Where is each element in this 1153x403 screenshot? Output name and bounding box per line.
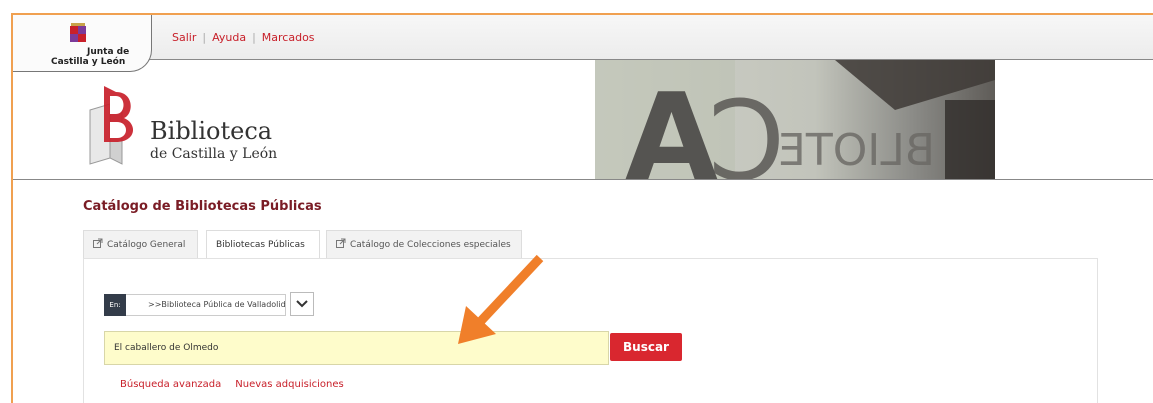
library-subtitle: de Castilla y León <box>150 146 278 162</box>
tab-bibliotecas-publicas[interactable]: Bibliotecas Públicas <box>206 230 320 260</box>
external-link-icon <box>336 238 346 248</box>
advanced-search-link[interactable]: Búsqueda avanzada <box>120 379 221 390</box>
search-button[interactable]: Buscar <box>610 333 682 361</box>
coat-of-arms-icon <box>70 23 86 42</box>
external-link-icon <box>93 238 103 248</box>
svg-text:C: C <box>708 77 785 179</box>
bookmarks-link[interactable]: Marcados <box>262 31 315 44</box>
header-photo: A C BLIOTE <box>595 60 995 179</box>
library-name: Biblioteca <box>150 117 273 145</box>
tab-colecciones-especiales[interactable]: Catálogo de Colecciones especiales <box>326 230 522 258</box>
junta-logo-tab[interactable]: Junta de Castilla y León <box>13 15 152 72</box>
logout-link[interactable]: Salir <box>172 31 196 44</box>
tab-catalogo-general[interactable]: Catálogo General <box>83 230 198 258</box>
separator: | <box>252 31 256 44</box>
search-input[interactable] <box>104 331 609 365</box>
catalog-title: Catálogo de Bibliotecas Públicas <box>83 199 322 214</box>
new-acquisitions-link[interactable]: Nuevas adquisiciones <box>235 379 343 390</box>
library-select[interactable]: >>Biblioteca Pública de Valladolid <box>126 294 286 316</box>
search-links: Búsqueda avanzada Nuevas adquisiciones <box>120 379 358 390</box>
top-links: Salir | Ayuda | Marcados <box>172 31 315 44</box>
svg-text:A: A <box>625 69 718 179</box>
junta-logo[interactable]: Junta de Castilla y León <box>51 23 129 67</box>
library-select-toggle[interactable] <box>290 292 314 316</box>
help-link[interactable]: Ayuda <box>212 31 246 44</box>
library-logo-icon <box>89 86 134 165</box>
tab-label: Bibliotecas Públicas <box>216 240 305 250</box>
main-content: Catálogo de Bibliotecas Públicas Catálog… <box>13 180 1153 403</box>
header-banner: Biblioteca de Castilla y León A C BLIOTE <box>13 60 1153 180</box>
svg-text:BLIOTE: BLIOTE <box>778 125 935 176</box>
search-panel: En: >>Biblioteca Pública de Valladolid B… <box>83 258 1098 403</box>
logo-text-line2: Castilla y León <box>51 57 126 67</box>
tab-label: Catálogo General <box>107 240 186 250</box>
scope-badge: En: <box>104 294 126 316</box>
separator: | <box>202 31 207 44</box>
chevron-down-icon <box>296 300 308 308</box>
library-brand[interactable]: Biblioteca de Castilla y León <box>76 80 326 170</box>
tab-label: Catálogo de Colecciones especiales <box>350 240 511 250</box>
logo-text-line1: Junta de <box>87 47 130 57</box>
